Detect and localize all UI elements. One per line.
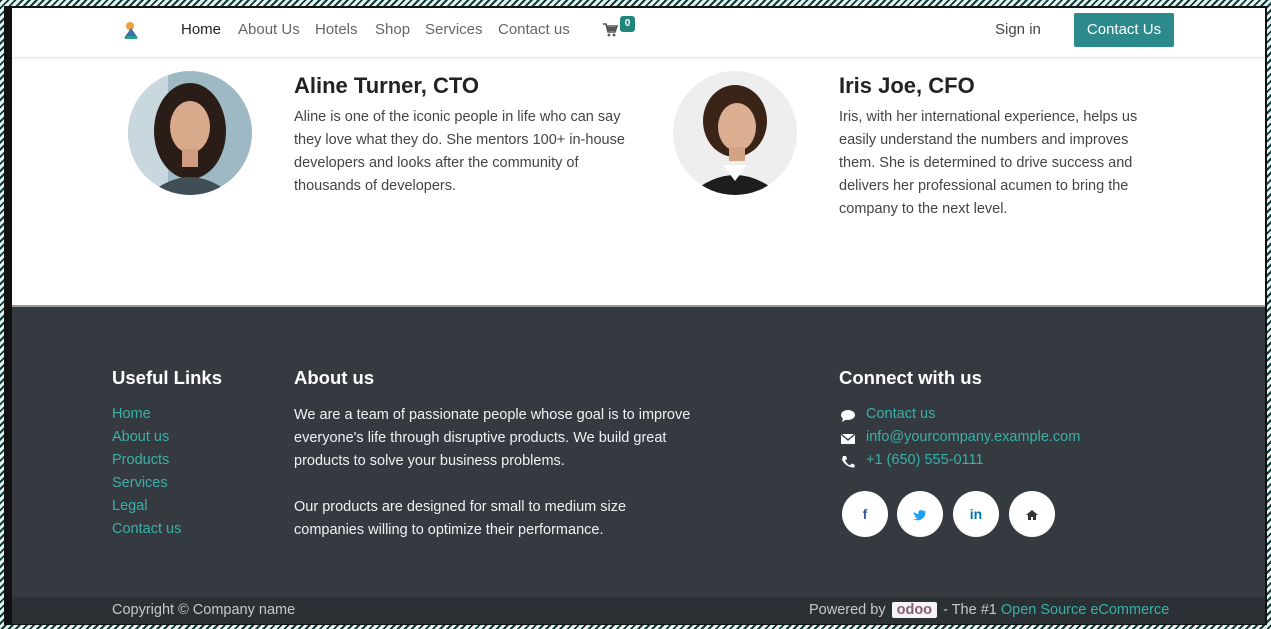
footer-link-about-us[interactable]: About us: [112, 429, 169, 445]
copyright-bar: Copyright © Company name Powered by odoo…: [12, 597, 1265, 624]
member-bio: Aline is one of the iconic people in lif…: [294, 109, 625, 194]
member-name: Iris Joe, CFO: [839, 73, 975, 98]
odoo-logo[interactable]: odoo: [891, 602, 938, 618]
member-bio: Iris, with her international experience,…: [839, 109, 1138, 217]
avatar-iris-joe: [673, 71, 797, 195]
about-us-paragraph: Our products are designed for small to m…: [294, 499, 627, 538]
powered-by-middle: - The #1: [943, 602, 997, 618]
cart-icon[interactable]: [602, 22, 619, 38]
logo-icon[interactable]: [122, 20, 140, 40]
nav-hotels[interactable]: Hotels: [315, 21, 358, 38]
linkedin-icon[interactable]: in: [953, 491, 999, 537]
footer-link-home[interactable]: Home: [112, 406, 151, 422]
envelope-icon: [840, 432, 856, 446]
nav-contact-us[interactable]: Contact us: [498, 21, 570, 38]
nav-home[interactable]: Home: [181, 21, 221, 38]
cart-count-badge: 0: [620, 16, 635, 32]
chat-icon: [840, 409, 856, 423]
nav-shop[interactable]: Shop: [375, 21, 410, 38]
top-navbar: Home About Us Hotels Shop Services Conta…: [12, 8, 1265, 58]
avatar-aline-turner: [128, 71, 252, 195]
phone-icon: [840, 455, 856, 469]
copyright-text: Copyright © Company name: [112, 602, 296, 618]
email-link[interactable]: info@yourcompany.example.com: [866, 429, 1080, 445]
sign-in-link[interactable]: Sign in: [995, 21, 1041, 38]
ecommerce-link[interactable]: Open Source eCommerce: [1001, 602, 1169, 618]
phone-link[interactable]: +1 (650) 555-0111: [866, 452, 984, 468]
member-name: Aline Turner, CTO: [294, 73, 479, 98]
footer-link-products[interactable]: Products: [112, 452, 169, 468]
useful-links-heading: Useful Links: [112, 367, 222, 388]
twitter-icon[interactable]: [897, 491, 943, 537]
powered-by: Powered by odoo - The #1 Open Source eCo…: [809, 602, 1169, 618]
footer-link-contact-us[interactable]: Contact us: [112, 521, 181, 537]
about-us-heading: About us: [294, 367, 375, 388]
nav-about-us[interactable]: About Us: [238, 21, 300, 38]
contact-us-link[interactable]: Contact us: [866, 406, 935, 422]
connect-heading: Connect with us: [839, 367, 982, 388]
about-us-paragraph: We are a team of passionate people whose…: [294, 407, 691, 469]
browser-viewport: Home About Us Hotels Shop Services Conta…: [12, 8, 1265, 624]
footer-link-services[interactable]: Services: [112, 475, 168, 491]
facebook-icon[interactable]: f: [842, 491, 888, 537]
nav-services[interactable]: Services: [425, 21, 483, 38]
powered-by-label: Powered by: [809, 602, 886, 618]
home-icon[interactable]: [1009, 491, 1055, 537]
contact-us-button[interactable]: Contact Us: [1074, 13, 1174, 47]
footer-link-legal[interactable]: Legal: [112, 498, 147, 514]
